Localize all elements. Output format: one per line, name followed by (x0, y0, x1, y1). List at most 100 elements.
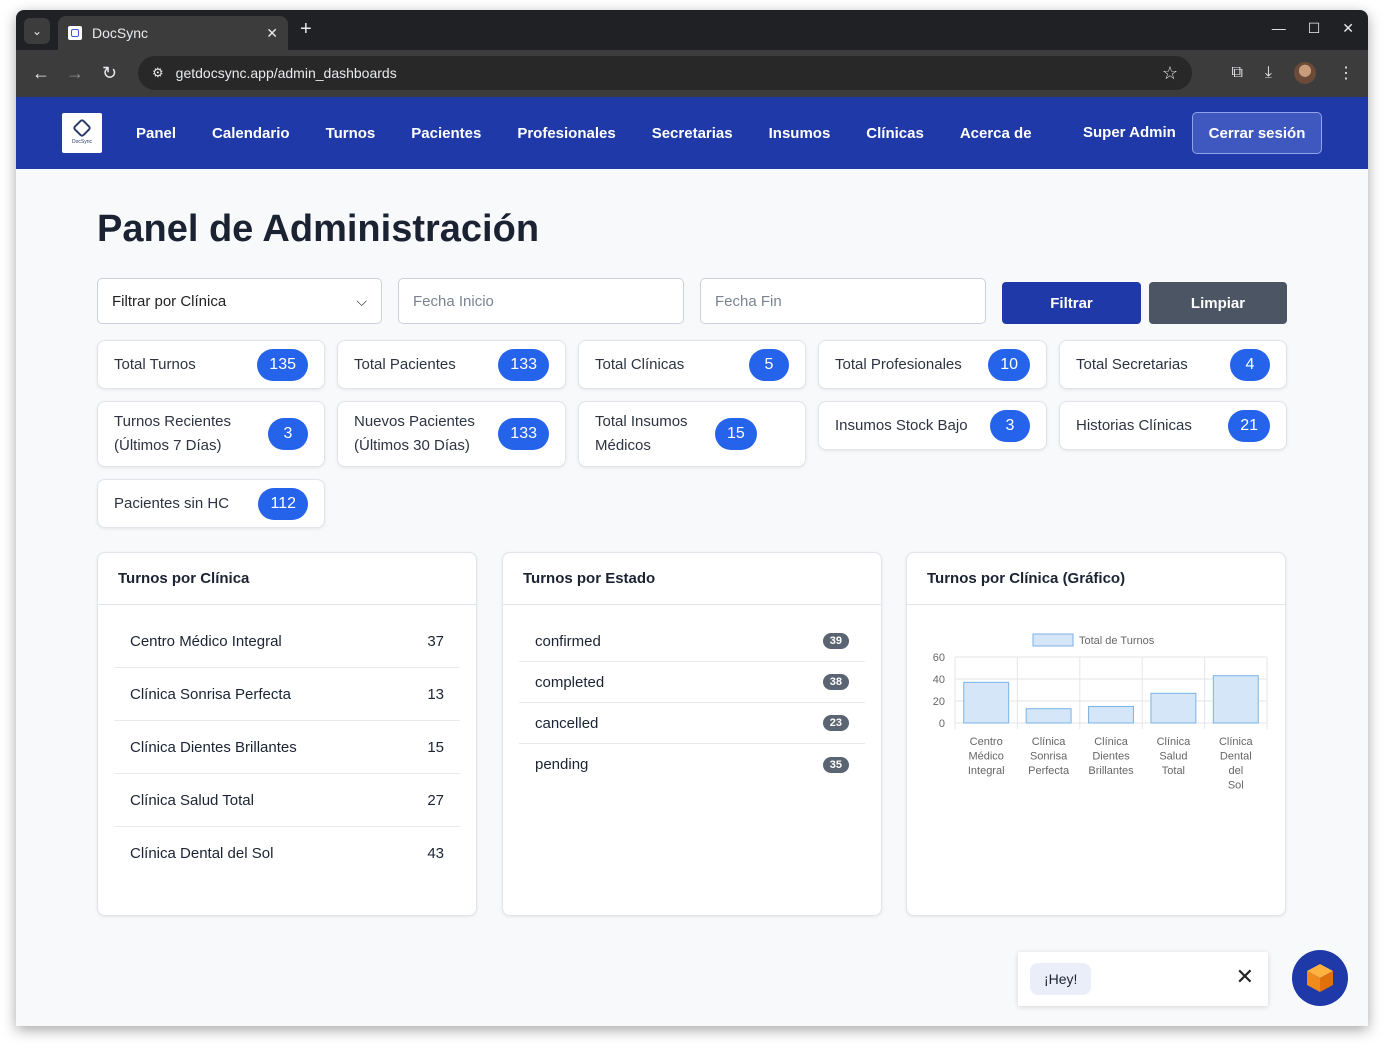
y-tick-label: 20 (933, 696, 945, 708)
status-count-badge: 23 (822, 715, 849, 731)
stat-historias-clinicas: Historias Clínicas 21 (1059, 401, 1287, 450)
nav-link-panel[interactable]: Panel (136, 125, 176, 142)
stat-value-badge: 10 (988, 348, 1030, 381)
toolbar-actions: ⧉ ⤓ ⋮ (1231, 62, 1354, 84)
download-icon[interactable]: ⤓ (1265, 64, 1272, 82)
stat-label: Total Secretarias (1076, 355, 1188, 373)
logo-text: DocSync (71, 139, 92, 145)
card-title: Turnos por Clínica (98, 553, 476, 605)
stat-label: Insumos Stock Bajo (835, 416, 968, 434)
stat-label: Pacientes sin HC (114, 494, 230, 512)
stat-insumos-stock-bajo: Insumos Stock Bajo 3 (818, 401, 1047, 450)
page-title: Panel de Administración (97, 208, 540, 250)
stat-total-insumos: Total Insumos Médicos 15 (578, 401, 806, 467)
stat-value-badge: 21 (1228, 409, 1270, 442)
x-tick-label: Total (1162, 765, 1185, 777)
reload-icon[interactable]: ↻ (102, 63, 117, 84)
x-tick-label: Centro (970, 736, 1003, 748)
clinic-count: 27 (427, 791, 444, 809)
filter-button[interactable]: Filtrar (1002, 282, 1141, 324)
x-tick-label: Sonrisa (1030, 751, 1068, 763)
clear-button[interactable]: Limpiar (1149, 282, 1287, 324)
bar (1150, 692, 1197, 724)
list-item: pending 35 (519, 744, 865, 785)
list-item: Centro Médico Integral 37 (114, 615, 460, 668)
close-icon[interactable]: ✕ (1236, 964, 1254, 990)
bar (1025, 708, 1072, 724)
turnos-por-estado-card: Turnos por Estado confirmed 39 completed… (502, 552, 882, 916)
new-tab-icon[interactable]: + (300, 18, 312, 41)
browser-window: ⌄ DocSync ✕ + — ☐ ✕ ← → ↻ ⚙ getdocsync.a… (16, 10, 1368, 1026)
back-icon[interactable]: ← (32, 63, 50, 84)
user-name[interactable]: Super Admin (1083, 124, 1176, 141)
nav-link-clinicas[interactable]: Clínicas (866, 125, 924, 142)
stat-value-badge: 3 (990, 409, 1030, 442)
nav-link-calendario[interactable]: Calendario (212, 125, 290, 142)
tab-strip: ⌄ DocSync ✕ + — ☐ ✕ (16, 10, 1368, 50)
extensions-icon[interactable]: ⧉ (1231, 64, 1242, 82)
tab-search-button[interactable]: ⌄ (24, 18, 50, 44)
chat-launcher-button[interactable] (1292, 950, 1348, 1006)
stat-label: Total Insumos Médicos (595, 413, 688, 454)
window-controls: — ☐ ✕ (1272, 20, 1354, 37)
forward-icon[interactable]: → (66, 63, 84, 84)
profile-avatar[interactable] (1294, 62, 1316, 84)
stat-nuevos-pacientes: Nuevos Pacientes (Últimos 30 Días) 133 (337, 401, 566, 467)
status-name: cancelled (535, 714, 599, 732)
clinic-filter-select[interactable]: Filtrar por Clínica ⌵ (97, 278, 382, 324)
x-tick-label: Brillantes (1088, 765, 1134, 777)
status-count-badge: 35 (822, 756, 849, 773)
stat-label: Turnos Recientes (Últimos 7 Días) (114, 413, 231, 454)
browser-tab[interactable]: DocSync ✕ (58, 16, 288, 50)
list-item: cancelled 23 (519, 703, 865, 744)
docsync-logo[interactable]: DocSync (62, 113, 102, 153)
x-tick-label: Médico (968, 751, 1003, 763)
clinic-count: 15 (427, 738, 444, 756)
maximize-icon[interactable]: ☐ (1308, 20, 1321, 37)
nav-link-turnos[interactable]: Turnos (326, 125, 376, 142)
stat-total-clinicas: Total Clínicas 5 (578, 340, 806, 389)
chevron-down-icon: ⌵ (356, 292, 367, 309)
bookmark-star-icon[interactable]: ☆ (1162, 63, 1178, 84)
status-list: confirmed 39 completed 38 cancelled 23 p… (519, 621, 865, 785)
clinic-name: Clínica Dental del Sol (130, 845, 274, 862)
stat-value-badge: 15 (715, 418, 757, 450)
stat-value-badge: 133 (498, 418, 549, 450)
favicon-icon (68, 26, 82, 40)
bar-chart: Total de Turnos 0 20 40 60 Centro Médico Integr… (933, 633, 1268, 792)
nav-link-insumos[interactable]: Insumos (769, 125, 831, 142)
clinic-name: Clínica Dientes Brillantes (130, 738, 297, 756)
site-info-icon[interactable]: ⚙ (152, 65, 164, 81)
clinic-filter-value: Filtrar por Clínica (112, 292, 227, 310)
list-item: confirmed 39 (519, 621, 865, 662)
list-item: Clínica Salud Total 27 (114, 774, 460, 827)
stat-total-secretarias: Total Secretarias 4 (1059, 340, 1287, 389)
x-tick-label: Integral (968, 765, 1005, 777)
bar (1088, 706, 1134, 724)
minimize-icon[interactable]: — (1272, 20, 1286, 37)
x-tick-label: Dental (1220, 751, 1252, 763)
stat-value-badge: 133 (498, 348, 549, 381)
stat-label: Nuevos Pacientes (Últimos 30 Días) (354, 413, 475, 454)
y-tick-label: 0 (939, 718, 945, 730)
nav-link-acerca-de[interactable]: Acerca de (960, 125, 1032, 142)
x-tick-label: Clínica (1032, 736, 1067, 748)
logout-button[interactable]: Cerrar sesión (1192, 112, 1322, 154)
close-window-icon[interactable]: ✕ (1342, 20, 1354, 37)
close-tab-icon[interactable]: ✕ (266, 25, 278, 42)
x-tick-label: Clínica (1219, 736, 1254, 748)
status-count-badge: 39 (822, 633, 849, 649)
chat-greeting[interactable]: ¡Hey! (1030, 963, 1092, 995)
end-date-input[interactable]: Fecha Fin (700, 278, 986, 324)
nav-link-pacientes[interactable]: Pacientes (411, 125, 481, 142)
card-title: Turnos por Estado (503, 553, 881, 605)
clinic-name: Clínica Sonrisa Perfecta (130, 685, 291, 703)
start-date-input[interactable]: Fecha Inicio (398, 278, 684, 324)
menu-kebab-icon[interactable]: ⋮ (1338, 63, 1354, 83)
logo-mark-icon (72, 118, 92, 138)
nav-link-secretarias[interactable]: Secretarias (652, 125, 733, 142)
list-item: Clínica Dientes Brillantes 15 (114, 721, 460, 774)
nav-link-profesionales[interactable]: Profesionales (517, 125, 615, 142)
stat-value-badge: 5 (749, 348, 789, 381)
address-bar[interactable]: ⚙ getdocsync.app/admin_dashboards ☆ (138, 56, 1192, 90)
